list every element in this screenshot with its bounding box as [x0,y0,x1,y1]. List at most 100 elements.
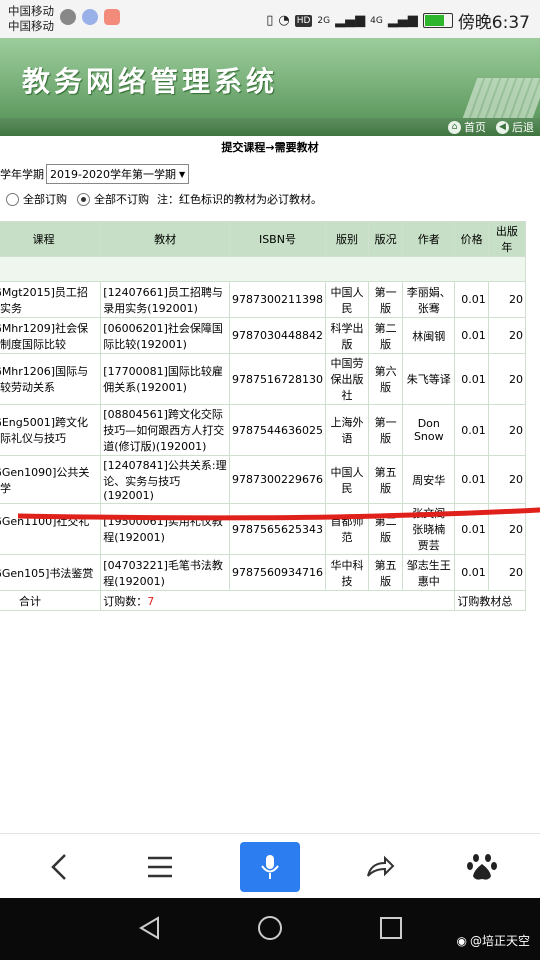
cell-isbn: 9787300229676 [228,455,326,504]
required-note: 注：红色标识的教材为必订教材。 [157,193,322,206]
cell-course: [GGen105]书法鉴赏 [0,554,102,591]
cell-isbn: 9787030448842 [228,317,326,354]
system-nav-bar: ◉ @培正天空 [0,898,540,960]
notification-icons [60,9,120,25]
weibo-watermark: ◉ @培正天空 [457,932,531,949]
cell-edition: 第一版 [368,404,404,456]
clock: 傍晚6:37 [457,13,530,33]
footer-right-label: 订购教材总 [454,590,526,611]
table-row: [GMhr1209]社会保障制度国际比较[06006201]社会保障国际比较(1… [0,317,527,354]
cell-price: 0.01 [454,281,489,318]
cell-isbn: 9787560934716 [228,554,326,591]
carrier-2: 中国移动 [8,19,54,33]
browser-toolbar [0,833,540,899]
signal-bars-icon-2: ▂▄▆ [387,13,418,28]
cell-isbn: 9787516728130 [228,353,326,405]
cell-isbn: 9787300211398 [228,281,326,318]
menu-button[interactable] [130,842,190,892]
cell-publisher: 华中科技 [324,554,370,591]
cell-book: [04703221]毛笔书法教程(192001) [100,554,230,591]
cell-year: 20 [487,281,527,318]
cell-book: [12407661]员工招聘与录用实务(192001) [100,281,230,318]
alarm-icon: ◔ [278,13,290,28]
cell-publisher: 中国劳保出版社 [324,353,370,405]
back-label: 后退 [512,121,534,134]
nav-recents-icon[interactable] [379,916,403,940]
table-row: [GGen105]书法鉴赏[04703221]毛笔书法教程(192001)978… [0,554,527,591]
term-select[interactable]: 2019-2020学年第一学期 ▼ [46,164,190,184]
col-year: 出版年 [487,221,527,257]
cell-year: 20 [487,317,527,354]
col-publisher: 版别 [324,221,370,257]
cell-year: 20 [487,404,527,456]
carrier-1: 中国移动 [8,4,54,18]
microphone-icon [261,855,279,879]
radio-all-order[interactable] [6,192,19,206]
baidu-paw-icon [467,854,497,880]
share-icon [367,855,395,877]
cell-price: 0.01 [454,554,489,591]
table-footer-row: 合计 订购数：7 订购教材总 [0,590,526,611]
back-icon: ◀ [496,120,509,134]
header-banner: 教务网络管理系统 [0,38,540,118]
col-author: 作者 [402,221,456,257]
footer-count-value: 7 [147,594,155,608]
cell-publisher: 中国人民 [324,281,370,318]
baidu-button[interactable] [452,842,512,892]
cell-book: [08804561]跨文化交际技巧—如何跟西方人打交道(修订版)(192001) [100,404,230,456]
cell-price: 0.01 [454,317,489,354]
col-course: 课程 [0,221,102,257]
col-price: 价格 [454,221,489,257]
order-options: 全部订购 全部不订购 注：红色标识的教材为必订教材。 [6,191,322,207]
menu-icon [148,856,172,878]
carrier-info: 中国移动 中国移动 [8,4,54,34]
cell-edition: 第二版 [368,317,404,354]
status-bar: 中国移动 中国移动 ▯ ◔ HD 2G ▂▄▆ 4G ▂▄▆ 傍晚6:37 [0,0,540,38]
col-isbn: ISBN号 [228,221,326,257]
cell-year: 20 [487,455,527,504]
cell-author: 李丽娟、张骞 [402,281,456,318]
top-nav: ⌂ 首页 ◀ 后退 [0,118,540,136]
cell-edition: 第六版 [368,353,404,405]
cell-course: [GMhr1206]国际与比较劳动关系 [0,353,102,405]
cell-author: 邹志生王惠中 [402,554,456,591]
cell-course: [GMgt2015]员工招聘实务 [0,281,102,318]
watermark-text: @培正天空 [469,934,530,948]
share-button[interactable] [350,842,410,892]
radio-all-order-label: 全部订购 [23,193,67,206]
table-header-row: 课程 教材 ISBN号 版别 版况 作者 价格 出版年 [0,221,527,257]
voice-button[interactable] [240,842,300,892]
textbook-table: 课程 教材 ISBN号 版别 版况 作者 价格 出版年 [GMgt2015]员工… [0,221,527,611]
cell-edition: 第五版 [368,554,404,591]
signal-4g: 4G [370,15,383,26]
home-link[interactable]: ⌂ 首页 [448,119,486,135]
col-edition: 版况 [368,221,404,257]
footer-total-label: 合计 [0,590,102,611]
cell-price: 0.01 [454,455,489,504]
cell-course: [GGen1090]公共关系学 [0,455,102,504]
breadcrumb: 提交课程→需要教材 [221,141,319,154]
nav-home-icon[interactable] [257,915,283,941]
chevron-left-icon [51,854,66,880]
table-row: [GGen1090]公共关系学[12407841]公共关系:理论、实务与技巧(1… [0,455,527,504]
vibrate-icon: ▯ [266,13,274,28]
battery-icon [422,13,453,28]
cell-isbn: 9787544636025 [228,404,326,456]
cell-author: 林闽钢 [402,317,456,354]
red-strike-annotation [18,507,540,521]
radio-none-order[interactable] [77,192,90,206]
cell-author: 周安华 [402,455,456,504]
wechat-icon [60,9,76,25]
footer-count-label: 订购数： [103,594,148,608]
nav-back-icon[interactable] [138,916,162,940]
back-link[interactable]: ◀ 后退 [496,119,534,135]
back-button[interactable] [30,842,90,892]
cell-year: 20 [487,353,527,405]
dropdown-arrow-icon: ▼ [178,169,186,179]
cell-author: Don Snow [402,404,456,456]
system-title: 教务网络管理系统 [22,65,279,98]
cell-edition: 第五版 [368,455,404,504]
weibo-icon: ◉ [456,933,467,948]
term-selector-row: 学年学期 2019-2020学年第一学期 ▼ [0,164,190,184]
radio-none-order-label: 全部不订购 [94,193,149,206]
